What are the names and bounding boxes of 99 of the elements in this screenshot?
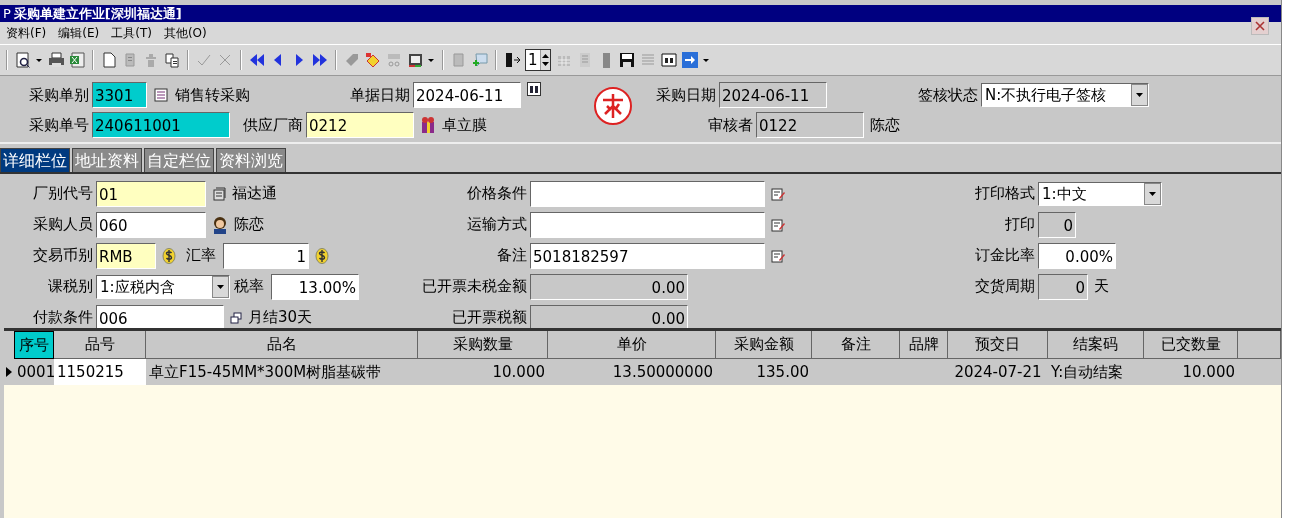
input-field[interactable]: 13.00% <box>271 273 359 300</box>
app-title-icon: P <box>0 6 14 21</box>
field-label: 课税别 <box>47 277 94 296</box>
note-icon <box>153 87 169 103</box>
field-label: 已开票税额 <box>451 308 528 327</box>
menu-item[interactable]: 资料(F) <box>6 24 47 42</box>
field-label: 打印格式 <box>974 184 1036 203</box>
input-field[interactable]: 060 <box>96 211 206 238</box>
close-button[interactable] <box>1251 17 1269 35</box>
input-field[interactable]: 01 <box>96 180 206 207</box>
menu-item[interactable]: 编辑(E) <box>58 24 100 42</box>
edit-note-icon[interactable] <box>771 248 785 263</box>
spinner-arrows-icon[interactable] <box>540 52 550 68</box>
date-field: 2024-06-11 <box>719 82 827 108</box>
unit-label: 天 <box>1094 277 1109 296</box>
tax-type-dropdown[interactable]: 1:应税内含 <box>96 274 230 299</box>
field-label: 采购单号 <box>28 115 90 135</box>
window-title: 采购单建立作业[深圳福达通] <box>13 4 182 23</box>
windows-icon <box>230 311 242 324</box>
field-label: 运输方式 <box>466 215 528 234</box>
field-note: 陈恋 <box>234 215 264 234</box>
new-document-icon[interactable] <box>101 52 117 68</box>
print-preview-icon[interactable] <box>15 52 31 68</box>
calendar-book-icon[interactable] <box>407 52 423 68</box>
eraser-icon[interactable] <box>365 52 381 68</box>
caret-icon <box>1136 93 1143 97</box>
check-icon[interactable] <box>196 52 212 68</box>
status-dropdown[interactable]: N:不执行电子签核 <box>981 83 1149 107</box>
field-label: 单据日期 <box>349 85 411 105</box>
field-label: 汇率 <box>186 246 217 265</box>
table-cell: 0001 <box>17 363 56 381</box>
field-label: 订金比率 <box>974 246 1036 265</box>
table-cell: 2024-07-21 <box>954 363 1042 381</box>
print-format-dropdown[interactable]: 1:中文 <box>1038 181 1162 206</box>
table-cell: 10.000 <box>492 363 545 381</box>
input-field[interactable]: 240611001 <box>92 112 230 138</box>
table-cell: 13.50000000 <box>612 363 713 381</box>
input-field[interactable]: RMB <box>96 242 156 269</box>
last-record-icon[interactable] <box>312 52 328 68</box>
field-label: 采购人员 <box>32 215 94 234</box>
field-note: 月结30天 <box>248 308 313 327</box>
table-cell: 卓立F15-45MM*300M树脂基碳带 <box>149 363 382 381</box>
field-label: 签核状态 <box>917 85 979 105</box>
field-note: 卓立膜 <box>442 115 488 135</box>
caret-icon <box>1149 191 1156 196</box>
table-cell: 135.00 <box>756 363 809 381</box>
field-note: 陈恋 <box>870 115 900 135</box>
exit-door-icon[interactable] <box>504 52 520 68</box>
paste-icon[interactable] <box>164 52 180 68</box>
dollar-icon <box>315 247 329 264</box>
table-cell: 1150215 <box>57 363 124 381</box>
input-field[interactable] <box>530 180 765 207</box>
input-field[interactable]: 5018182597 <box>530 242 765 269</box>
field-label: 已开票未税金额 <box>421 277 528 296</box>
input-field: 0 <box>1038 273 1088 300</box>
tab[interactable]: 详细栏位 <box>0 148 70 172</box>
dollar-icon <box>162 247 176 264</box>
gift-icon <box>420 116 436 134</box>
field-label: 价格条件 <box>466 184 528 203</box>
column-header[interactable]: 序号 <box>14 331 54 359</box>
input-field[interactable]: 3301 <box>92 82 147 108</box>
field-label: 审核者 <box>707 115 754 135</box>
field-label: 交货周期 <box>974 277 1036 296</box>
field-label: 备注 <box>496 246 528 265</box>
input-field[interactable] <box>530 211 765 238</box>
input-field[interactable]: 0.00% <box>1038 242 1116 269</box>
field-label: 采购日期 <box>655 85 717 105</box>
spreadsheet-icon[interactable] <box>69 52 85 68</box>
page-spinner[interactable]: 1 <box>525 49 551 71</box>
input-field: 0 <box>1038 211 1076 238</box>
close-icon <box>1255 21 1265 31</box>
approval-stamp-icon <box>593 86 633 126</box>
table-cell: Y:自动结案 <box>1051 363 1124 381</box>
field-label: 付款条件 <box>32 308 94 327</box>
field-label: 采购单别 <box>28 85 90 105</box>
field-label: 打印 <box>1004 215 1036 234</box>
field-label: 厂别代号 <box>32 184 94 203</box>
caret-icon <box>217 284 224 289</box>
edit-note-icon[interactable] <box>771 217 785 232</box>
field-label: 供应厂商 <box>242 115 304 135</box>
edit-note-icon[interactable] <box>771 186 785 201</box>
printer-icon[interactable] <box>48 52 64 68</box>
input-field: 0122 <box>756 112 864 138</box>
first-record-icon[interactable] <box>249 52 265 68</box>
input-field[interactable]: 1 <box>223 242 309 269</box>
date-field[interactable]: 2024-06-11 <box>413 82 521 108</box>
field-note: 销售转采购 <box>175 85 251 105</box>
save-icon[interactable] <box>618 52 635 68</box>
amount-field: 0.00 <box>530 273 688 300</box>
input-field[interactable]: 0212 <box>306 112 414 138</box>
field-label: 交易币别 <box>32 246 94 265</box>
field-note: 福达通 <box>232 184 277 203</box>
menu-item[interactable]: 其他(O) <box>163 24 207 42</box>
menu-item[interactable]: 工具(T) <box>111 24 152 42</box>
input-field[interactable]: 006 <box>96 304 224 328</box>
person-icon <box>212 215 228 234</box>
field-label: 税率 <box>234 277 265 296</box>
amount-field: 0.00 <box>530 304 688 328</box>
table-cell: 10.000 <box>1182 363 1235 381</box>
